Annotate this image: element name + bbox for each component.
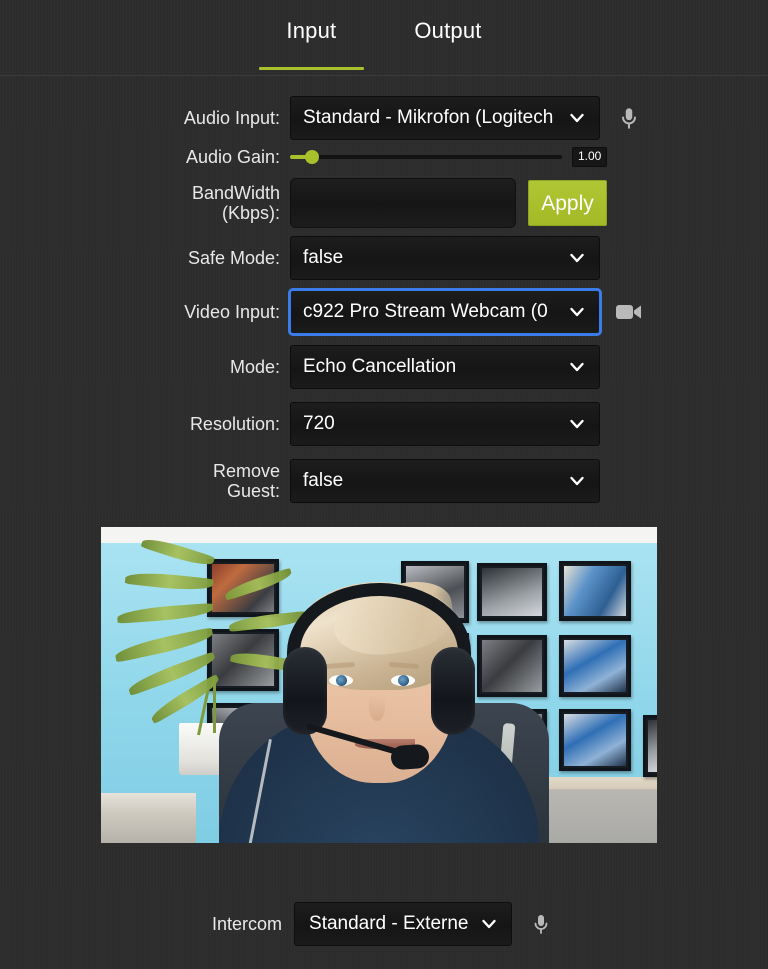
tab-input[interactable]: Input [259,18,365,70]
person-nose [369,695,385,721]
chevron-down-icon [568,358,586,376]
mode-value: Echo Cancellation [303,356,457,377]
intercom-value: Standard - Externe [309,913,469,934]
tab-output[interactable]: Output [408,18,487,42]
intercom-select[interactable]: Standard - Externe [294,902,513,946]
chevron-down-icon [568,472,586,490]
wall-photo [559,635,631,697]
audio-gain-slider[interactable] [290,146,562,168]
mode-label: Mode: [229,356,280,377]
scene-ceiling [101,527,657,543]
audio-gain-value: 1.00 [572,147,608,167]
bandwidth-label-line1: BandWidth [191,182,280,203]
audio-gain-label: Audio Gain: [185,146,280,167]
apply-button[interactable]: Apply [528,180,607,226]
resolution-label: Resolution: [189,413,280,434]
broadcast-settings-panel: Input Output Audio Input: Standard - Mik… [0,0,768,969]
row-audio-gain: Audio Gain: 1.00 [0,146,768,168]
wall-photo [559,561,631,621]
audio-input-value: Standard - Mikrofon (Logitech [303,107,554,128]
row-mode: Mode: Echo Cancellation [0,345,768,389]
chevron-down-icon [480,915,498,933]
wall-photo [477,635,547,697]
video-camera-icon[interactable] [614,297,644,327]
microphone-icon[interactable] [526,909,556,939]
safe-mode-value: false [303,247,344,268]
chevron-down-icon [568,249,586,267]
video-scene [101,527,657,843]
intercom-label: Intercom [211,913,283,934]
slider-thumb[interactable] [304,150,319,164]
row-video-input: Video Input: c922 Pro Stream Webcam (0 [0,288,768,336]
video-input-value: c922 Pro Stream Webcam (0 [303,301,548,322]
chevron-down-icon [568,109,586,127]
remove-guest-label-line1: Remove [212,460,280,481]
mode-select[interactable]: Echo Cancellation [290,345,600,389]
video-preview[interactable] [101,527,657,843]
wall-photo [477,563,547,621]
row-resolution: Resolution: 720 [0,402,768,446]
chevron-down-icon [568,303,586,321]
safe-mode-label: Safe Mode: [187,247,280,268]
audio-input-label: Audio Input: [183,107,280,128]
slider-track [290,155,562,159]
tab-bar: Input Output [0,0,768,76]
bandwidth-input[interactable] [290,178,516,228]
remove-guest-value: false [303,470,344,491]
wall-photo [559,709,631,771]
chevron-down-icon [568,415,586,433]
intercom-row: Intercom Standard - Externe [0,902,768,946]
safe-mode-select[interactable]: false [290,236,600,280]
video-input-label: Video Input: [184,301,280,322]
bandwidth-label: BandWidth (Kbps): [0,183,290,223]
tab-input-label: Input [286,18,337,43]
headset-microphone [390,743,430,771]
headset-earcup [431,647,475,735]
remove-guest-select[interactable]: false [290,459,600,503]
remove-guest-label: Remove Guest: [0,461,290,501]
row-bandwidth: BandWidth (Kbps): Apply [0,178,768,228]
microphone-icon[interactable] [614,103,644,133]
settings-form: Audio Input: Standard - Mikrofon (Logite… [0,76,768,503]
tab-active-underline [259,67,365,70]
audio-input-select[interactable]: Standard - Mikrofon (Logitech [290,96,600,140]
resolution-value: 720 [303,413,335,434]
headset-earcup [283,647,327,735]
remove-guest-label-line2: Guest: [226,481,280,501]
tab-output-label: Output [414,18,482,43]
row-audio-input: Audio Input: Standard - Mikrofon (Logite… [0,96,768,140]
video-preview-area: 0dB -12dB -24dB -36dB -48dB L R [0,527,768,845]
scene-desk-left [101,793,196,843]
video-input-select[interactable]: c922 Pro Stream Webcam (0 [288,288,602,336]
resolution-select[interactable]: 720 [290,402,600,446]
bandwidth-label-line2: (Kbps): [221,203,280,223]
row-remove-guest: Remove Guest: false [0,459,768,503]
row-safe-mode: Safe Mode: false [0,236,768,280]
wall-photo [643,715,657,777]
